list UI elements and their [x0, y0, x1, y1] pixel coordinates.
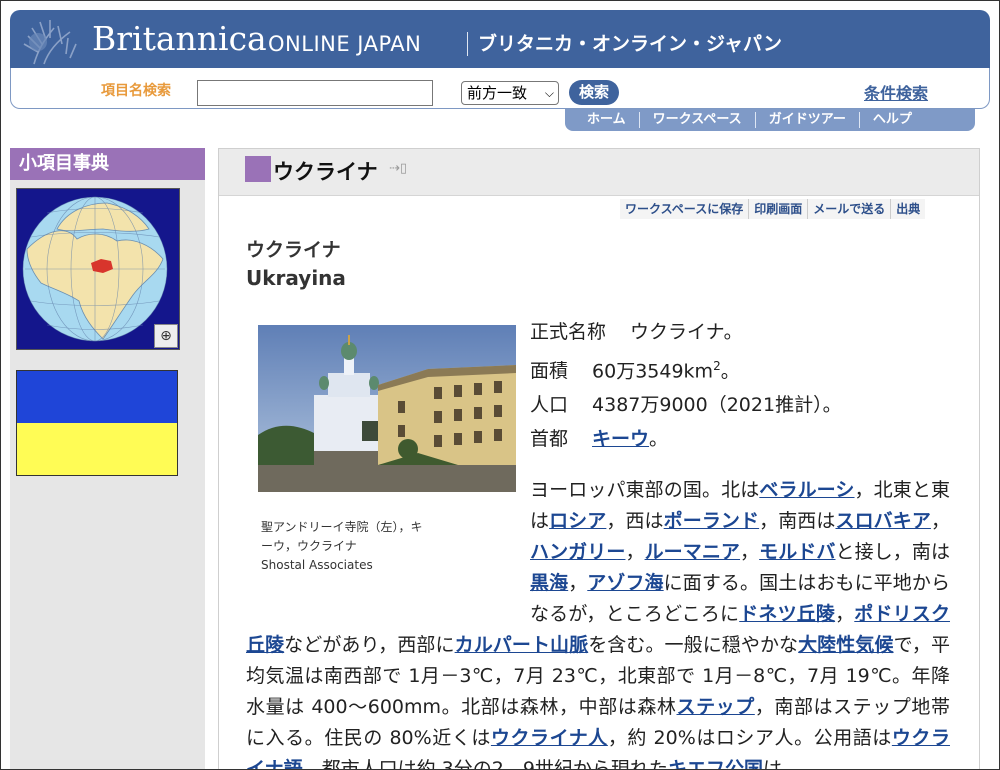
brand-divider [467, 32, 468, 56]
fact-official-name: 正式名称 ウクライナ。 [530, 315, 842, 349]
zoom-in-icon[interactable]: ⊕ [154, 324, 178, 348]
nav-tab-guide-tour[interactable]: ガイドツアー [756, 112, 860, 128]
locator-map[interactable]: ⊕ [16, 188, 180, 350]
search-input[interactable] [197, 80, 433, 106]
keyword-link[interactable]: ポーランド [664, 510, 759, 532]
title-square-icon [245, 156, 271, 182]
sidebar: 小項目事典 ⊕ [10, 148, 205, 769]
fact-population: 人口 4387万9000（2021推計）。 [530, 388, 842, 422]
body-text: ， [740, 541, 760, 563]
nav-tabs: ホーム ワークスペース ガイドツアー ヘルプ [565, 109, 975, 131]
brand-subtitle: ONLINE JAPAN [268, 32, 422, 56]
image-wrap-spacer [246, 475, 530, 601]
brand-japanese: ブリタニカ・オンライン・ジャパン [478, 33, 783, 55]
keyword-link[interactable]: ドネツ丘陵 [739, 603, 835, 625]
send-email-button[interactable]: メールで送る [808, 199, 892, 219]
fact-area: 面積 60万3549km2。 [530, 349, 842, 388]
fact-value: 60万3549km [592, 360, 714, 383]
kyiv-photo-image[interactable] [258, 325, 516, 492]
brand-logo[interactable]: Britannica [92, 19, 267, 59]
ukraine-flag-image [16, 370, 178, 476]
body-text: は， [762, 758, 801, 770]
body-text: ， [835, 603, 855, 625]
search-button[interactable]: 検索 [569, 80, 619, 105]
body-text: 。都市人口は約 3分の2。9世紀から現れた [302, 758, 668, 770]
heading-japanese: ウクライナ [246, 239, 341, 261]
body-text: ， [625, 541, 645, 563]
sidebar-title: 小項目事典 [10, 148, 205, 180]
keyword-link[interactable]: スロバキア [835, 510, 930, 532]
body-text: ，西は [606, 510, 664, 532]
country-facts: 正式名称 ウクライナ。 面積 60万3549km2。 人口 4387万9000（202… [530, 315, 842, 456]
search-label: 項目名検索 [101, 83, 171, 99]
keyword-link[interactable]: カルパート山脈 [455, 634, 589, 656]
permalink-icon[interactable]: ⇢▯ [389, 161, 407, 176]
save-to-workspace-button[interactable]: ワークスペースに保存 [620, 199, 750, 219]
print-view-button[interactable]: 印刷画面 [749, 199, 809, 219]
keyword-link[interactable]: 黒海 [530, 572, 568, 594]
fact-label: 正式名称 [530, 321, 607, 343]
article-title-bar: ウクライナ ⇢▯ [219, 149, 979, 196]
header-banner: Britannica ONLINE JAPAN ブリタニカ・オンライン・ジャパン [10, 10, 990, 68]
fact-label: 面積 [530, 360, 569, 383]
keyword-link[interactable]: ステップ [677, 696, 755, 718]
page-frame: Britannica ONLINE JAPAN ブリタニカ・オンライン・ジャパン… [0, 0, 1000, 770]
nav-tab-home[interactable]: ホーム [565, 112, 640, 128]
body-text: ， [568, 572, 588, 594]
fact-value-end: 。 [649, 428, 669, 451]
keyword-link[interactable]: ハンガリー [530, 541, 625, 563]
fact-label: 人口 [530, 394, 569, 417]
keyword-link[interactable]: モルドバ [759, 541, 835, 563]
body-text: ，南西は [759, 510, 836, 532]
body-text: ヨーロッパ東部の国。北は [530, 479, 760, 501]
body-text: ， [930, 510, 950, 532]
heading-english: Ukrayina [246, 266, 346, 290]
body-text: などがあり，西部に [284, 634, 455, 656]
fact-value: ウクライナ。 [630, 321, 743, 343]
keyword-link[interactable]: ウクライナ人 [491, 727, 608, 749]
fact-value-end: 。 [720, 360, 740, 383]
chevron-down-icon: ⌵ [544, 86, 554, 100]
keyword-link[interactable]: ロシア [549, 510, 606, 532]
nav-tab-workspace[interactable]: ワークスペース [640, 112, 756, 128]
search-bar: 項目名検索 前方一致 ⌵ 検索 条件検索 [10, 68, 990, 109]
thistle-logo-icon [23, 20, 77, 65]
article-panel: ウクライナ ⇢▯ ワークスペースに保存 印刷画面 メールで送る 出典 ウクライナ… [218, 148, 980, 770]
fact-superscript: 2 [713, 359, 721, 373]
body-text: を含む。一般に穏やかな [588, 634, 799, 656]
keyword-link[interactable]: ルーマニア [645, 541, 740, 563]
keyword-link[interactable]: ベラルーシ [759, 479, 854, 501]
nav-tab-help[interactable]: ヘルプ [860, 112, 925, 128]
keyword-link[interactable]: キエフ公国 [668, 758, 763, 769]
keyword-link[interactable]: 大陸性気候 [798, 634, 893, 656]
article-body: ヨーロッパ東部の国。北はベラルーシ，北東と東はロシア，西はポーランド，南西はスロ… [246, 475, 950, 770]
flag-blue-stripe [17, 371, 177, 423]
flag-yellow-stripe [17, 423, 177, 475]
fact-capital: 首都 キーウ。 [530, 422, 842, 456]
article-title: ウクライナ [273, 160, 378, 184]
fact-label: 首都 [530, 428, 569, 451]
fact-value: 4387万9000（2021推計）。 [592, 394, 842, 417]
source-button[interactable]: 出典 [891, 199, 926, 219]
body-text: ，約 20%はロシア人。公用語は [607, 727, 892, 749]
advanced-search-link[interactable]: 条件検索 [864, 80, 928, 104]
keyword-link[interactable]: アゾフ海 [587, 572, 663, 594]
capital-link[interactable]: キーウ [592, 428, 649, 450]
article-toolbar: ワークスペースに保存 印刷画面 メールで送る 出典 [620, 199, 926, 219]
search-mode-value: 前方一致 [467, 84, 528, 102]
search-mode-select[interactable]: 前方一致 ⌵ [461, 81, 559, 105]
body-text: と接し，南は [835, 541, 950, 563]
